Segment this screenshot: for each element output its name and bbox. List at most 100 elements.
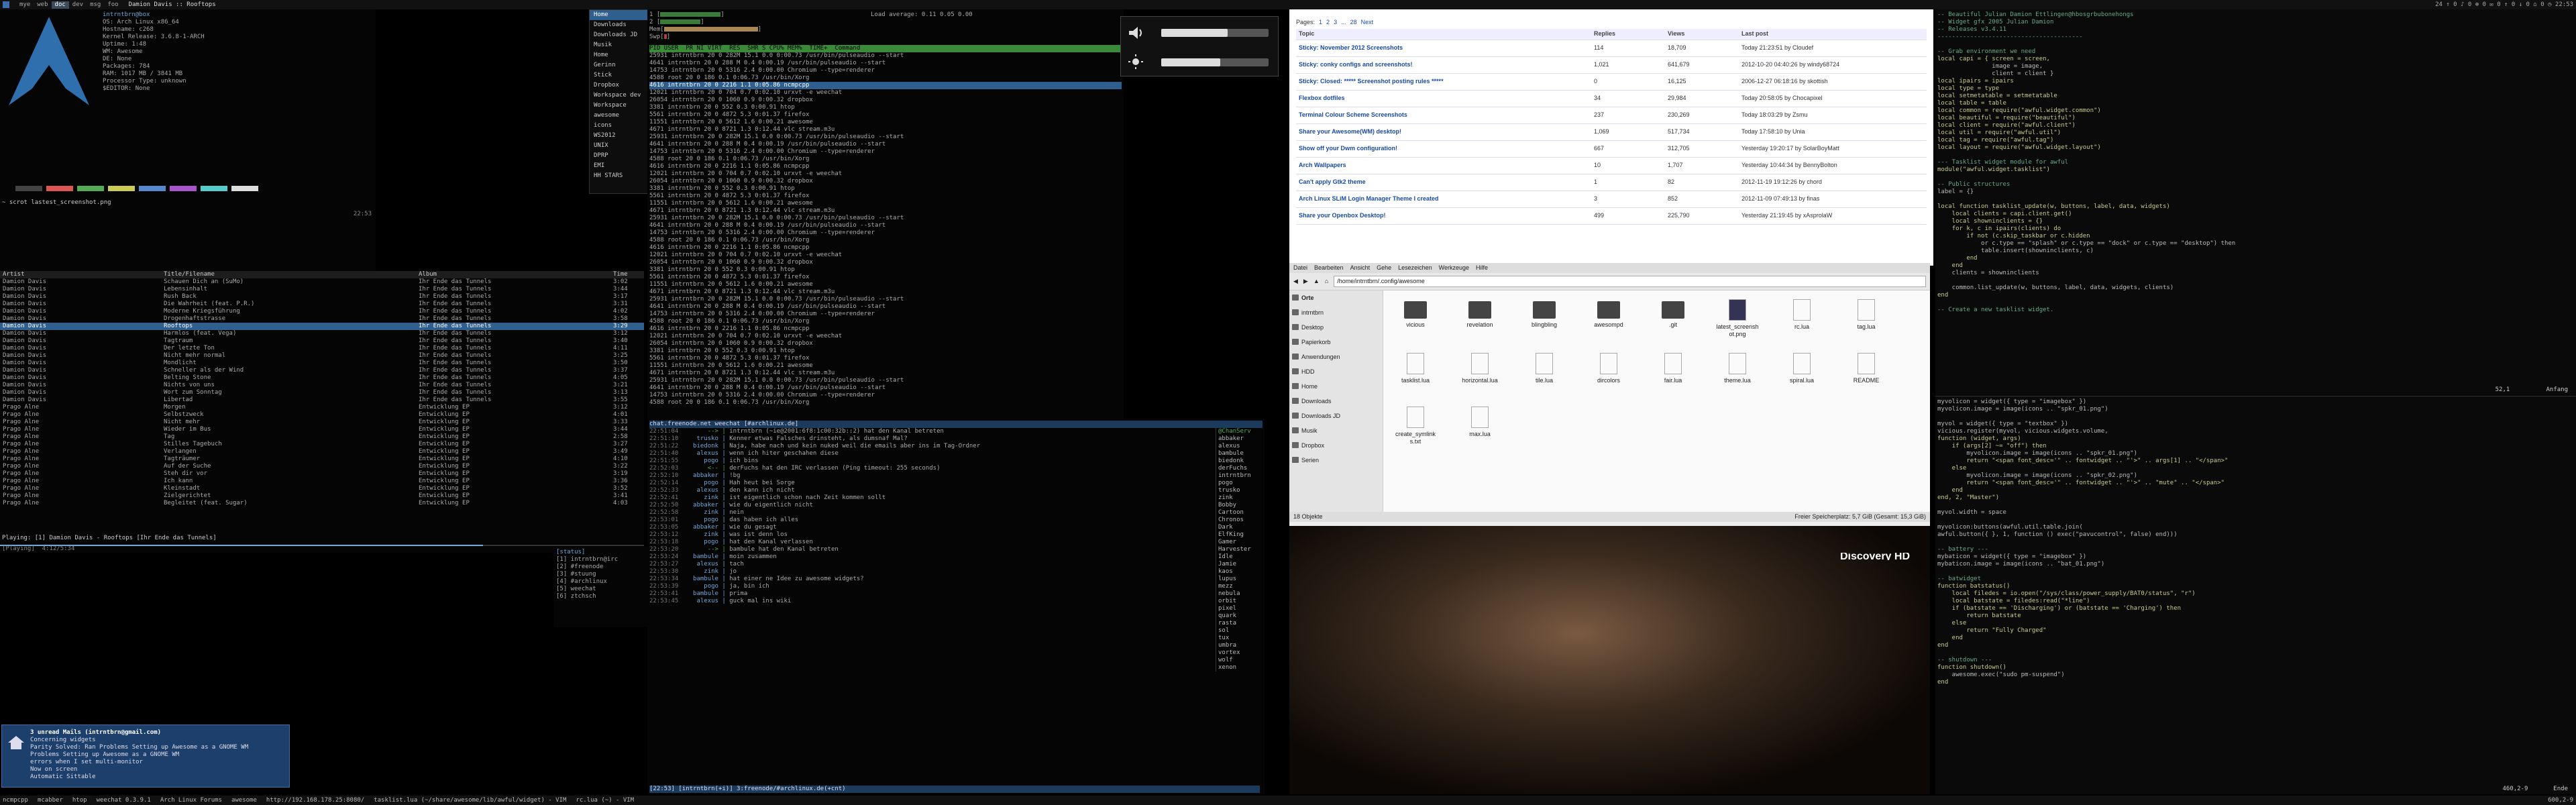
menu-lesezeichen[interactable]: Lesezeichen	[1398, 264, 1432, 272]
nick-item[interactable]: pixel	[1218, 605, 1263, 612]
file-item[interactable]: create_symlinks.txt	[1394, 405, 1437, 447]
file-item[interactable]: latest_screenshot.png	[1716, 297, 1759, 340]
menu-datei[interactable]: Datei	[1293, 264, 1307, 272]
menu-item[interactable]: awesome	[590, 111, 649, 121]
weechat-terminal[interactable]: chat.freenode.net weechat [#archlinux.de…	[647, 419, 1265, 794]
nick-item[interactable]: xenon	[1218, 664, 1263, 672]
tag-foo[interactable]: foo	[104, 1, 121, 9]
process-row[interactable]: 4588 root 20 0 186 0.1 0:06.73 /usr/bin/…	[649, 237, 1122, 244]
playlist-row[interactable]: Damion Davis Moderne Kriegsführung Ihr End…	[0, 308, 644, 315]
nick-item[interactable]: umbra	[1218, 642, 1263, 649]
menu-item[interactable]: UNIX	[590, 141, 649, 151]
nick-item[interactable]: derFuchs	[1218, 465, 1263, 472]
nick-item[interactable]: alexus	[1218, 443, 1263, 450]
buddy-item[interactable]: [3] #stuung	[556, 571, 646, 578]
sidebar-item[interactable]: Dropbox	[1289, 438, 1383, 453]
playlist-row[interactable]: Prago Alne Selbstzweck Entwicklung EP 4:01	[0, 411, 644, 419]
path-input[interactable]: /home/intrntbrn/.config/awesome	[1334, 276, 1926, 287]
volume-slider[interactable]	[1161, 29, 1228, 37]
menu-item[interactable]: Downloads JD	[590, 30, 649, 40]
nick-item[interactable]: pogo	[1218, 480, 1263, 487]
process-row[interactable]: 12021 intrntbrn 20 0 704 0.7 0:02.10 urx…	[649, 252, 1122, 259]
page-link[interactable]: 2	[1326, 19, 1330, 26]
topic-link[interactable]: Share your Openbox Desktop!	[1299, 212, 1386, 219]
process-row[interactable]: 14753 intrntbrn 20 0 5316 2.4 0:00.00 Ch…	[649, 67, 1122, 74]
process-row[interactable]: 3381 intrntbrn 20 0 552 0.3 0:00.91 htop	[649, 347, 1122, 355]
playlist-row[interactable]: Damion Davis Wort zum Sonntag Ihr Ende das…	[0, 389, 644, 396]
nick-item[interactable]: tux	[1218, 635, 1263, 642]
process-row[interactable]: 11551 intrntbrn 20 0 5612 1.6 0:00.21 aw…	[649, 200, 1122, 207]
playlist-row[interactable]: Prago Alne Verlangen Entwicklung EP 3:49	[0, 448, 644, 455]
menu-item[interactable]: DPRP	[590, 151, 649, 161]
nick-item[interactable]: vortex	[1218, 649, 1263, 657]
file-item[interactable]: fair.lua	[1652, 351, 1695, 394]
playlist-row[interactable]: Damion Davis Lebensinhalt Ihr Ende das Tun…	[0, 286, 644, 293]
process-row[interactable]: 11551 intrntbrn 20 0 5612 1.6 0:00.21 aw…	[649, 281, 1122, 288]
process-row[interactable]: 26054 intrntbrn 20 0 1060 0.9 0:00.32 dr…	[649, 259, 1122, 266]
playlist-row[interactable]: Prago Alne Morgen Entwicklung EP 3:12	[0, 404, 644, 411]
vim-rc[interactable]: myvolicon = widget({ type = "imagebox" }…	[1935, 396, 2576, 794]
file-item[interactable]: tile.lua	[1523, 351, 1566, 394]
sidebar-item[interactable]: Serien	[1289, 453, 1383, 468]
nick-item[interactable]: bambule	[1218, 450, 1263, 458]
playlist-row[interactable]: Damion Davis Rooftops Ihr Ende das Tunnels…	[0, 323, 644, 330]
column-header[interactable]: Artist	[0, 271, 161, 278]
nick-item[interactable]: Idle	[1218, 553, 1263, 561]
process-row[interactable]: 4616 intrntbrn 20 0 2216 1.1 0:05.86 ncm…	[649, 325, 1122, 333]
playlist-row[interactable]: Prago Alne Steh dir vor Entwicklung EP 3:19	[0, 470, 644, 478]
sidebar-item[interactable]: Desktop	[1289, 320, 1383, 335]
process-row[interactable]: 4616 intrntbrn 20 0 2216 1.1 0:05.86 ncm…	[649, 163, 1122, 170]
buddy-item[interactable]: [6] ztchsch	[556, 593, 646, 600]
playlist-row[interactable]: Prago Alne Nicht mehr Entwicklung EP 3:33	[0, 419, 644, 426]
buddy-item[interactable]: [2] #freenode	[556, 564, 646, 571]
nick-item[interactable]: kaos	[1218, 568, 1263, 576]
process-row[interactable]: 14753 intrntbrn 20 0 5316 2.4 0:00.00 Ch…	[649, 311, 1122, 318]
nick-item[interactable]: Harvester	[1218, 546, 1263, 553]
page-link[interactable]: 3	[1334, 19, 1337, 26]
file-item[interactable]: dircolors	[1587, 351, 1630, 394]
playlist-row[interactable]: Prago Alne Stilles Tagebuch Entwicklung EP…	[0, 441, 644, 448]
menu-item[interactable]: icons	[590, 121, 649, 131]
playlist-row[interactable]: Prago Alne Zielgerichtet Entwicklung EP 3:4…	[0, 492, 644, 500]
playlist-row[interactable]: Damion Davis Harmlos (feat. Vega) Ihr Ende…	[0, 330, 644, 337]
playlist-row[interactable]: Damion Davis Belting Stone Ihr Ende das Tu…	[0, 374, 644, 382]
menu-ansicht[interactable]: Ansicht	[1350, 264, 1371, 272]
playlist-row[interactable]: Damion Davis Schneller als der Wind Ihr En…	[0, 367, 644, 374]
process-row[interactable]: 5561 intrntbrn 20 0 4872 5.3 0:01.37 fir…	[649, 111, 1122, 119]
menu-item[interactable]: WS2012	[590, 131, 649, 141]
nick-item[interactable]: Dark	[1218, 524, 1263, 531]
playlist-row[interactable]: Damion Davis Rush Back Ihr Ende das Tunnel…	[0, 293, 644, 301]
process-row[interactable]: 4588 root 20 0 186 0.1 0:06.73 /usr/bin/…	[649, 156, 1122, 163]
process-row[interactable]: 25931 intrntbrn 20 0 282M 15.1 0.0 0:00.…	[649, 215, 1122, 222]
playlist-row[interactable]: Damion Davis Mondlicht Ihr Ende das Tunnel…	[0, 360, 644, 367]
menu-gehe[interactable]: Gehe	[1377, 264, 1391, 272]
process-row[interactable]: 4641 intrntbrn 20 0 288 M 0.4 0:00.19 /u…	[649, 384, 1122, 392]
menu-item[interactable]: EMI	[590, 161, 649, 171]
column-header[interactable]: Album	[416, 271, 610, 278]
process-row[interactable]: 12021 intrntbrn 20 0 704 0.7 0:02.10 urx…	[649, 333, 1122, 340]
tag-web[interactable]: web	[34, 1, 51, 9]
playlist-row[interactable]: Damion Davis Nichts von uns Ihr Ende das T…	[0, 382, 644, 389]
forward-icon[interactable]: ▶	[1303, 278, 1308, 285]
nick-item[interactable]: quark	[1218, 612, 1263, 620]
brightness-slider[interactable]	[1161, 58, 1220, 66]
buddy-item[interactable]: [1] intrntbrn@irc	[556, 556, 646, 564]
tag-mye[interactable]: mye	[16, 1, 34, 9]
topic-link[interactable]: Sticky: November 2012 Screenshots	[1299, 44, 1403, 51]
menu-item[interactable]: Workspace dev	[590, 91, 649, 101]
playlist-row[interactable]: Damion Davis Libertad Ihr Ende das Tunnels…	[0, 396, 644, 404]
playlist-row[interactable]: Damion Davis Drogenhaftstrasse Ihr Ende da…	[0, 315, 644, 323]
file-item[interactable]: blingbling	[1523, 297, 1566, 340]
file-item[interactable]: tasklist.lua	[1394, 351, 1437, 394]
nick-item[interactable]: Cartoon	[1218, 509, 1263, 517]
sidebar-item[interactable]: Anwendungen	[1289, 350, 1383, 364]
up-icon[interactable]: ▲	[1313, 278, 1320, 285]
playlist-row[interactable]: Damion Davis Die Wahrheit (feat. P.R.) Ihr…	[0, 301, 644, 308]
process-row[interactable]: 26054 intrntbrn 20 0 1060 0.9 0:00.32 dr…	[649, 97, 1122, 104]
nick-item[interactable]: trusko	[1218, 487, 1263, 494]
process-row[interactable]: 4641 intrntbrn 20 0 288 M 0.4 0:00.19 /u…	[649, 222, 1122, 229]
process-row[interactable]: 4671 intrntbrn 20 0 8721 1.3 0:12.44 vlc…	[649, 207, 1122, 215]
nick-item[interactable]: Gamer	[1218, 539, 1263, 546]
process-row[interactable]: 14753 intrntbrn 20 0 5316 2.4 0:00.00 Ch…	[649, 148, 1122, 156]
topic-link[interactable]: Can't apply Gtk2 theme	[1299, 178, 1366, 185]
